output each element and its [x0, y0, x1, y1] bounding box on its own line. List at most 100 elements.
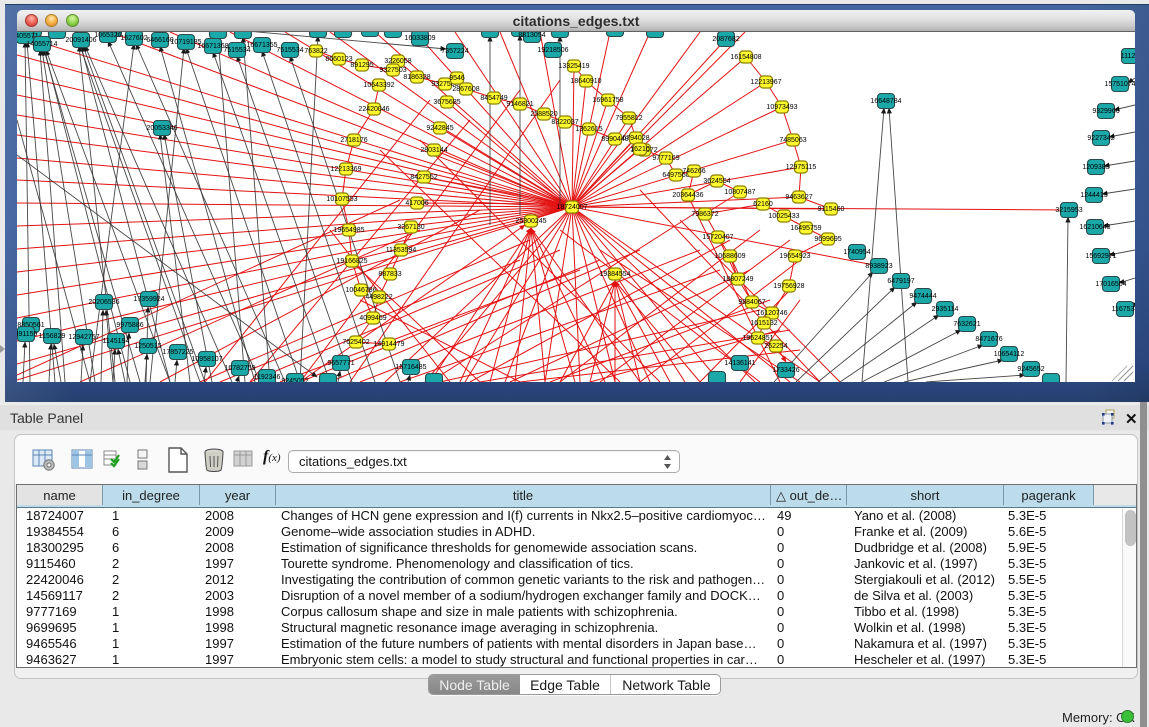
- svg-text:16648784: 16648784: [870, 98, 901, 105]
- svg-text:1733426: 1733426: [772, 367, 799, 374]
- svg-text:14914479: 14914479: [373, 341, 404, 348]
- svg-text:3267130: 3267130: [397, 224, 424, 231]
- svg-text:16210: 16210: [630, 146, 650, 153]
- svg-text:9546: 9546: [449, 75, 465, 82]
- svg-text:9777169: 9777169: [652, 155, 679, 162]
- svg-text:10046786: 10046786: [345, 287, 376, 294]
- svg-text:9242845: 9242845: [426, 125, 453, 132]
- svg-text:10807487: 10807487: [724, 189, 755, 196]
- svg-text:9245652: 9245652: [1017, 366, 1044, 373]
- svg-text:18807249: 18807249: [722, 276, 753, 283]
- svg-text:19218506: 19218506: [537, 47, 568, 54]
- svg-text:8186328: 8186328: [403, 74, 430, 81]
- svg-text:7955812: 7955812: [615, 115, 642, 122]
- svg-text:15716485: 15716485: [395, 364, 426, 371]
- svg-text:1527602: 1527602: [120, 35, 147, 42]
- svg-text:12942757: 12942757: [68, 334, 99, 341]
- svg-text:20364436: 20364436: [672, 192, 703, 199]
- svg-text:25300245: 25300245: [515, 218, 546, 225]
- svg-text:16120746: 16120746: [756, 310, 787, 317]
- svg-text:8660123: 8660123: [325, 56, 352, 63]
- svg-text:62160: 62160: [753, 201, 773, 208]
- svg-text:13325419: 13325419: [558, 63, 589, 70]
- svg-text:20053346: 20053346: [146, 125, 177, 132]
- svg-text:11123: 11123: [1121, 53, 1135, 60]
- svg-text:19166825: 19166825: [336, 258, 367, 265]
- svg-text:763822: 763822: [304, 48, 327, 55]
- svg-text:2718176: 2718176: [340, 137, 367, 144]
- svg-text:9115460: 9115460: [818, 206, 845, 213]
- svg-text:1362615: 1362615: [575, 126, 602, 133]
- svg-text:1065326: 1065326: [94, 32, 121, 39]
- svg-text:17359924: 17359924: [133, 296, 164, 303]
- svg-text:6479197: 6479197: [887, 278, 914, 285]
- svg-text:16495759: 16495759: [790, 225, 821, 232]
- svg-text:7357224: 7357224: [441, 48, 468, 55]
- svg-text:9146821: 9146821: [506, 101, 533, 108]
- svg-text:9227342: 9227342: [1087, 135, 1114, 142]
- svg-text:10654112: 10654112: [994, 351, 1025, 358]
- svg-text:16210643: 16210643: [1079, 224, 1110, 231]
- svg-text:2867608: 2867608: [452, 86, 479, 93]
- svg-text:22420046: 22420046: [358, 106, 389, 113]
- svg-text:1244413: 1244413: [1080, 192, 1107, 199]
- svg-text:4099469: 4099469: [359, 315, 386, 322]
- svg-text:15692971: 15692971: [1085, 253, 1116, 260]
- svg-text:417006: 417006: [405, 200, 428, 207]
- svg-text:7625402: 7625402: [342, 339, 369, 346]
- svg-text:10958107: 10958107: [191, 356, 222, 363]
- svg-text:1250515: 1250515: [134, 343, 161, 350]
- svg-text:10688609: 10688609: [714, 253, 745, 260]
- svg-text:8471676: 8471676: [975, 336, 1002, 343]
- svg-text:7632621: 7632621: [953, 321, 980, 328]
- svg-text:9699695: 9699695: [814, 236, 841, 243]
- svg-text:2588520: 2588520: [530, 111, 557, 118]
- svg-text:3675685: 3675685: [433, 99, 460, 106]
- svg-text:8454749: 8454749: [480, 95, 507, 102]
- svg-text:9463627: 9463627: [785, 194, 812, 201]
- svg-text:9657771: 9657771: [327, 360, 354, 367]
- svg-text:9474444: 9474444: [909, 293, 936, 300]
- svg-text:16154808: 16154808: [730, 54, 761, 61]
- svg-text:1167534: 1167534: [1112, 306, 1135, 313]
- svg-text:14136141: 14136141: [724, 360, 755, 367]
- svg-text:891295: 891295: [350, 62, 373, 69]
- svg-text:7485063: 7485063: [779, 137, 806, 144]
- svg-text:19524851: 19524851: [742, 335, 773, 342]
- svg-text:1615132: 1615132: [750, 320, 777, 327]
- svg-text:19654923: 19654923: [779, 253, 810, 260]
- svg-text:1156829: 1156829: [39, 333, 66, 340]
- svg-text:18724007: 18724007: [556, 204, 587, 211]
- svg-text:8322037: 8322037: [551, 119, 578, 126]
- svg-text:20206536: 20206536: [88, 299, 119, 306]
- svg-text:12975115: 12975115: [786, 164, 817, 171]
- svg-text:10543392: 10543392: [363, 82, 394, 89]
- svg-text:4498222: 4498222: [365, 294, 392, 301]
- svg-text:887833: 887833: [378, 271, 401, 278]
- svg-text:2087682: 2087682: [712, 36, 739, 43]
- svg-text:1740954: 1740954: [843, 249, 870, 256]
- svg-text:16782759: 16782759: [224, 365, 255, 372]
- svg-text:11353594: 11353594: [386, 247, 417, 254]
- svg-text:19654985: 19654985: [333, 227, 364, 234]
- svg-text:8427552: 8427552: [410, 174, 437, 181]
- svg-text:17857225: 17857225: [162, 349, 193, 356]
- svg-text:17016504: 17016504: [1095, 281, 1126, 288]
- svg-text:9975886: 9975886: [116, 322, 143, 329]
- svg-text:10973493: 10973493: [766, 104, 797, 111]
- svg-text:12213967: 12213967: [750, 79, 781, 86]
- svg-text:20091406: 20091406: [65, 37, 96, 44]
- svg-text:8813054: 8813054: [518, 32, 545, 39]
- svg-text:1145194: 1145194: [103, 338, 130, 345]
- svg-text:9329966: 9329966: [1092, 108, 1119, 115]
- svg-text:9245052: 9245052: [281, 378, 308, 382]
- svg-text:391159: 391159: [17, 331, 38, 338]
- svg-text:7515534: 7515534: [276, 47, 303, 54]
- svg-text:15720407: 15720407: [702, 234, 733, 241]
- svg-text:8938923: 8938923: [865, 263, 892, 270]
- svg-text:19384554: 19384554: [599, 271, 630, 278]
- svg-text:3215953: 3215953: [1055, 207, 1082, 214]
- svg-text:252254: 252254: [764, 343, 787, 350]
- svg-text:2935114: 2935114: [932, 306, 959, 313]
- svg-text:10107553: 10107553: [326, 196, 357, 203]
